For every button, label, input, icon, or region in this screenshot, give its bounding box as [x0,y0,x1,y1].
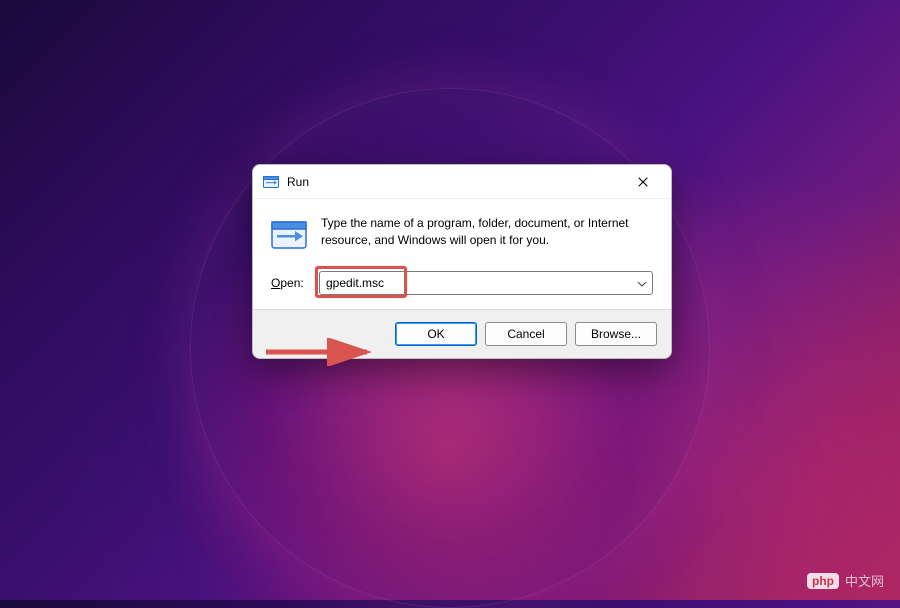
dialog-body: Type the name of a program, folder, docu… [253,199,671,309]
dialog-footer: OK Cancel Browse... [253,309,671,358]
titlebar[interactable]: Run [253,165,671,199]
ok-button[interactable]: OK [395,322,477,346]
watermark-logo: php [807,573,839,589]
dialog-title: Run [287,175,623,189]
open-combo [319,271,653,295]
watermark-text: 中文网 [845,571,884,590]
close-button[interactable] [623,168,663,196]
dialog-description: Type the name of a program, folder, docu… [321,215,653,253]
run-large-icon [271,217,307,253]
run-dialog: Run Type the name of a program, folder, … [252,164,672,359]
close-icon [638,177,648,187]
open-input[interactable] [319,271,653,295]
open-label: Open: [271,276,309,290]
watermark: php 中文网 [807,571,884,590]
cancel-button[interactable]: Cancel [485,322,567,346]
browse-button[interactable]: Browse... [575,322,657,346]
run-icon [263,174,279,190]
